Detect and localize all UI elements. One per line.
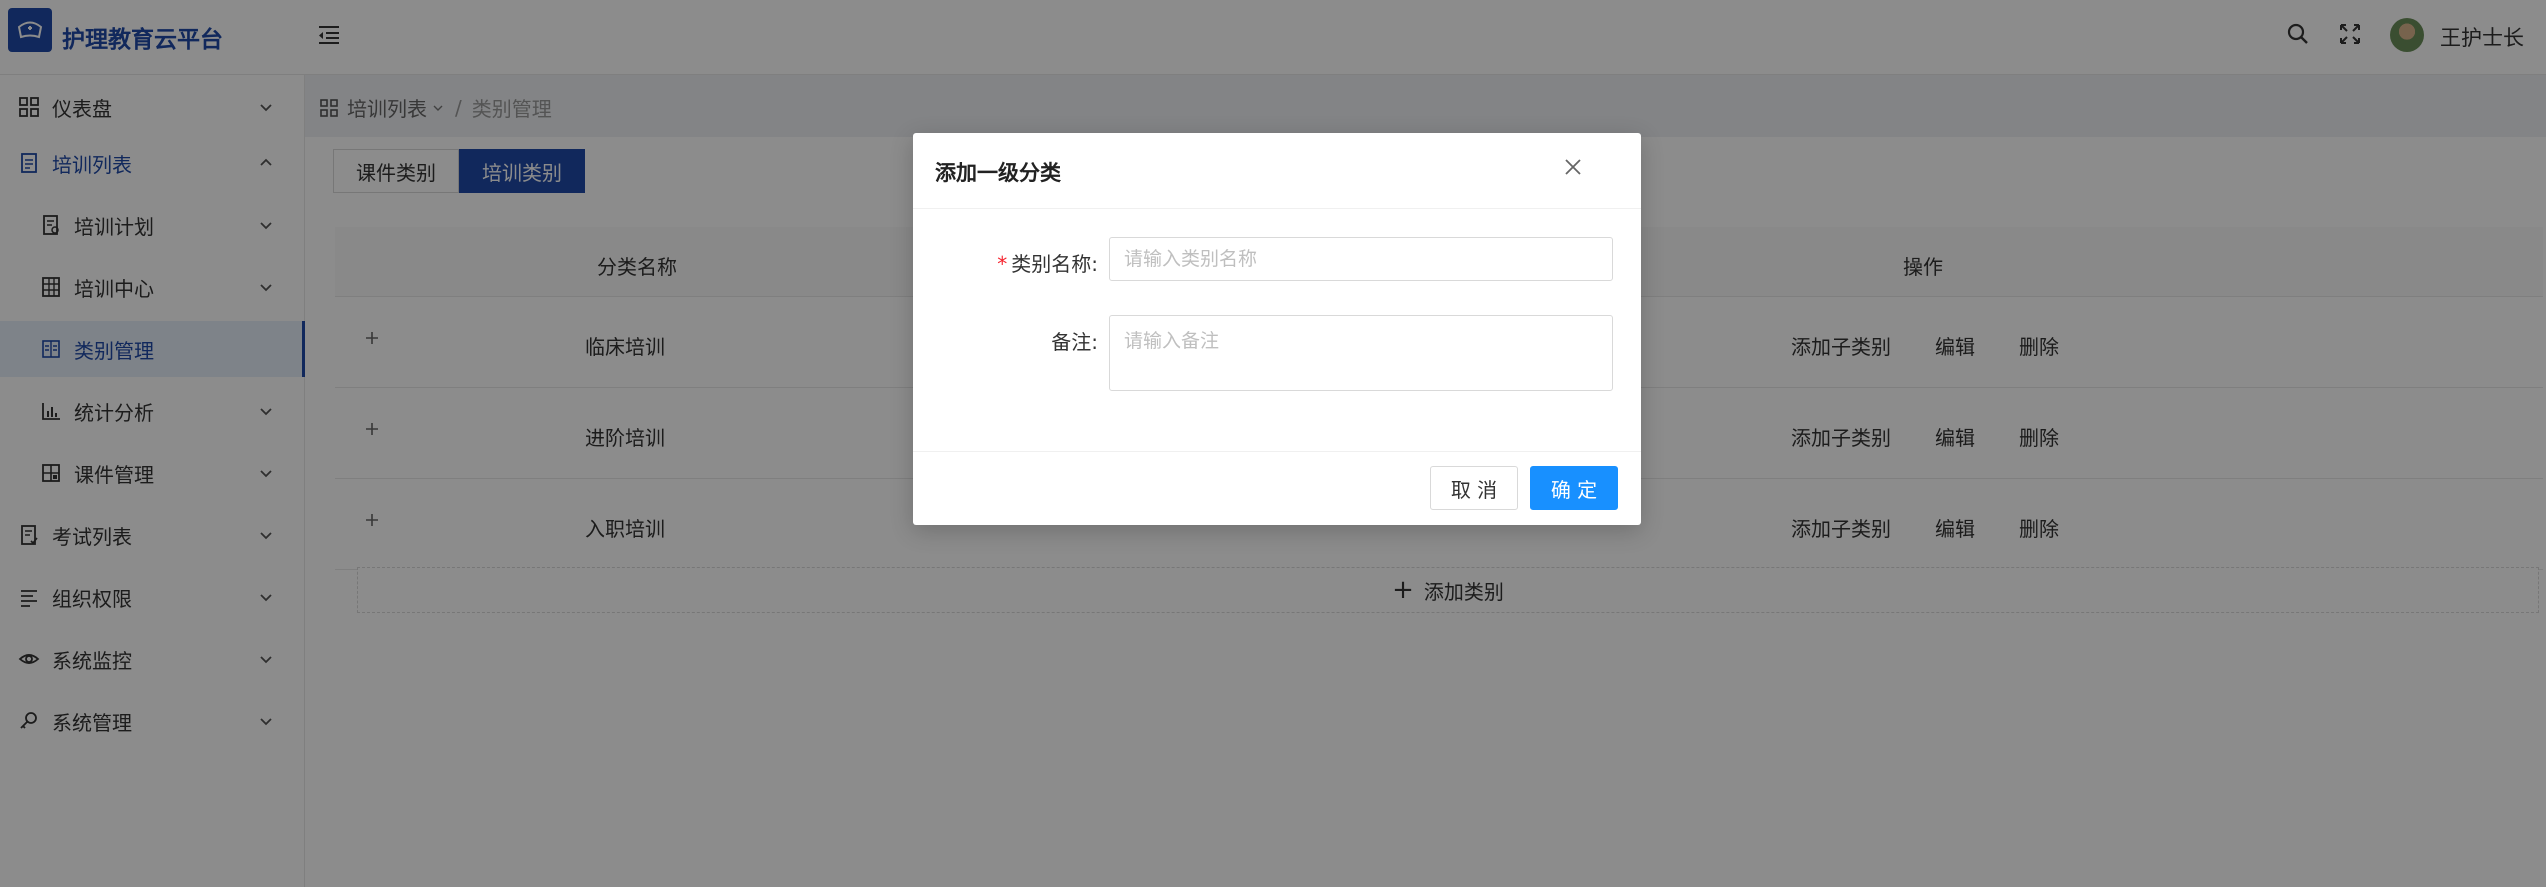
confirm-button[interactable]: 确 定	[1530, 466, 1618, 510]
category-name-label: * 类别名称:	[997, 252, 1098, 276]
category-name-input[interactable]	[1109, 237, 1613, 281]
remark-label: 备注:	[1051, 330, 1098, 354]
add-category-dialog: 添加一级分类 *类别名称: 备注: 取 消 确 定	[913, 133, 1641, 525]
dialog-header: 添加一级分类	[913, 133, 1641, 209]
required-mark: *	[997, 252, 1008, 276]
cancel-button[interactable]: 取 消	[1430, 466, 1518, 510]
dialog-title: 添加一级分类	[935, 161, 1061, 185]
dialog-footer: 取 消 确 定	[913, 451, 1641, 525]
close-icon[interactable]	[1561, 155, 1585, 179]
remark-input[interactable]	[1109, 315, 1613, 391]
